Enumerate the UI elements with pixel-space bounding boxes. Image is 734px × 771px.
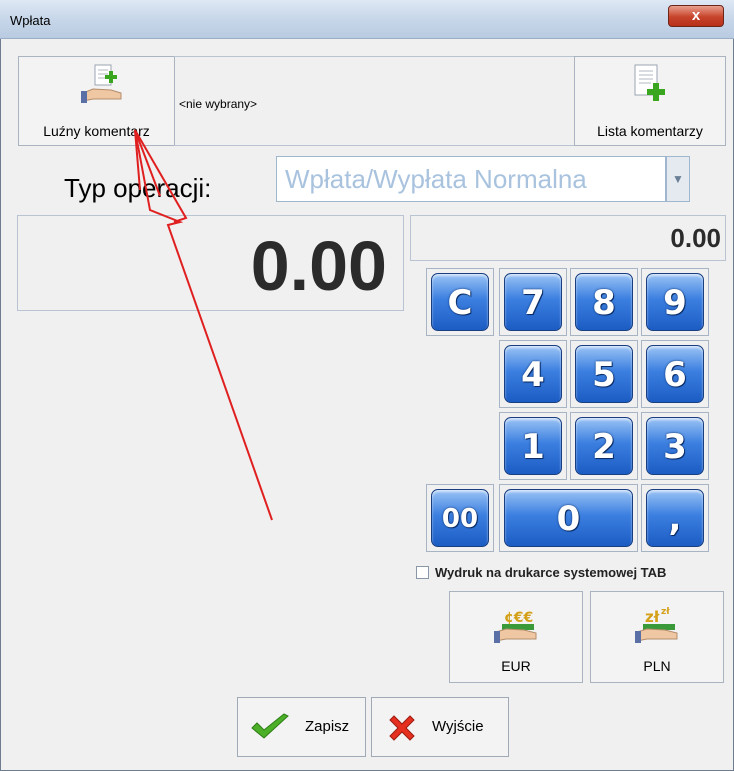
key-3[interactable]: 3 — [641, 412, 709, 480]
key-comma[interactable]: , — [641, 484, 709, 552]
loose-comment-label: Luźny komentarz — [43, 123, 150, 139]
pln-button[interactable]: zł zł PLN — [590, 591, 724, 683]
eur-label: EUR — [501, 658, 531, 674]
key-1-label: 1 — [504, 417, 562, 475]
operation-type-value: Wpłata/Wypłata Normalna — [285, 164, 587, 194]
key-2[interactable]: 2 — [570, 412, 638, 480]
svg-text:¢€€: ¢€€ — [504, 610, 533, 626]
key-7-label: 7 — [504, 273, 562, 331]
hand-document-add-icon — [81, 64, 122, 103]
key-8-label: 8 — [575, 273, 633, 331]
comment-list-label: Lista komentarzy — [597, 123, 703, 139]
keypad-display: 0.00 — [410, 215, 726, 261]
exit-label: Wyjście — [432, 718, 484, 735]
operation-type-select[interactable]: Wpłata/Wypłata Normalna — [276, 156, 666, 202]
print-checkbox-label: Wydruk na drukarce systemowej TAB — [435, 565, 667, 580]
key-5[interactable]: 5 — [570, 340, 638, 408]
comment-display: <nie wybrany> — [174, 56, 574, 146]
key-0[interactable]: 0 — [499, 484, 638, 552]
hand-euro-icon: ¢€€ — [494, 610, 537, 643]
pln-label: PLN — [643, 658, 671, 674]
key-0-label: 0 — [504, 489, 633, 547]
chevron-down-icon[interactable]: ▼ — [666, 156, 690, 202]
keypad-display-value: 0.00 — [670, 223, 721, 253]
save-label: Zapisz — [305, 718, 350, 735]
close-icon — [389, 715, 415, 741]
svg-text:zł: zł — [645, 608, 660, 626]
key-1[interactable]: 1 — [499, 412, 567, 480]
key-3-label: 3 — [646, 417, 704, 475]
svg-text:zł: zł — [661, 607, 670, 617]
key-clear-label: C — [431, 273, 489, 331]
key-6[interactable]: 6 — [641, 340, 709, 408]
key-7[interactable]: 7 — [499, 268, 567, 336]
amount-value: 0.00 — [250, 227, 387, 305]
selected-comment-text: <nie wybrany> — [179, 97, 258, 111]
amount-display: 0.00 — [17, 215, 404, 311]
loose-comment-button[interactable]: Luźny komentarz — [18, 56, 175, 146]
hand-zloty-icon: zł zł — [635, 607, 678, 643]
window-title: Wpłata — [10, 13, 51, 28]
close-button[interactable]: x — [668, 5, 724, 27]
key-00[interactable]: 00 — [426, 484, 494, 552]
key-00-label: 00 — [431, 489, 489, 547]
operation-type-label: Typ operacji: — [64, 173, 212, 203]
comment-list-button[interactable]: Lista komentarzy — [574, 56, 726, 146]
key-9-label: 9 — [646, 273, 704, 331]
key-comma-label: , — [646, 489, 704, 547]
checkmark-icon — [251, 713, 289, 739]
key-4-label: 4 — [504, 345, 562, 403]
key-6-label: 6 — [646, 345, 704, 403]
save-button[interactable]: Zapisz — [237, 697, 366, 757]
exit-button[interactable]: Wyjście — [371, 697, 509, 757]
title-bar[interactable]: Wpłata x — [0, 0, 734, 39]
key-4[interactable]: 4 — [499, 340, 567, 408]
key-8[interactable]: 8 — [570, 268, 638, 336]
key-2-label: 2 — [575, 417, 633, 475]
eur-button[interactable]: ¢€€ EUR — [449, 591, 583, 683]
key-clear[interactable]: C — [426, 268, 494, 336]
print-checkbox[interactable] — [416, 566, 429, 579]
key-5-label: 5 — [575, 345, 633, 403]
document-list-add-icon — [634, 64, 665, 101]
key-9[interactable]: 9 — [641, 268, 709, 336]
